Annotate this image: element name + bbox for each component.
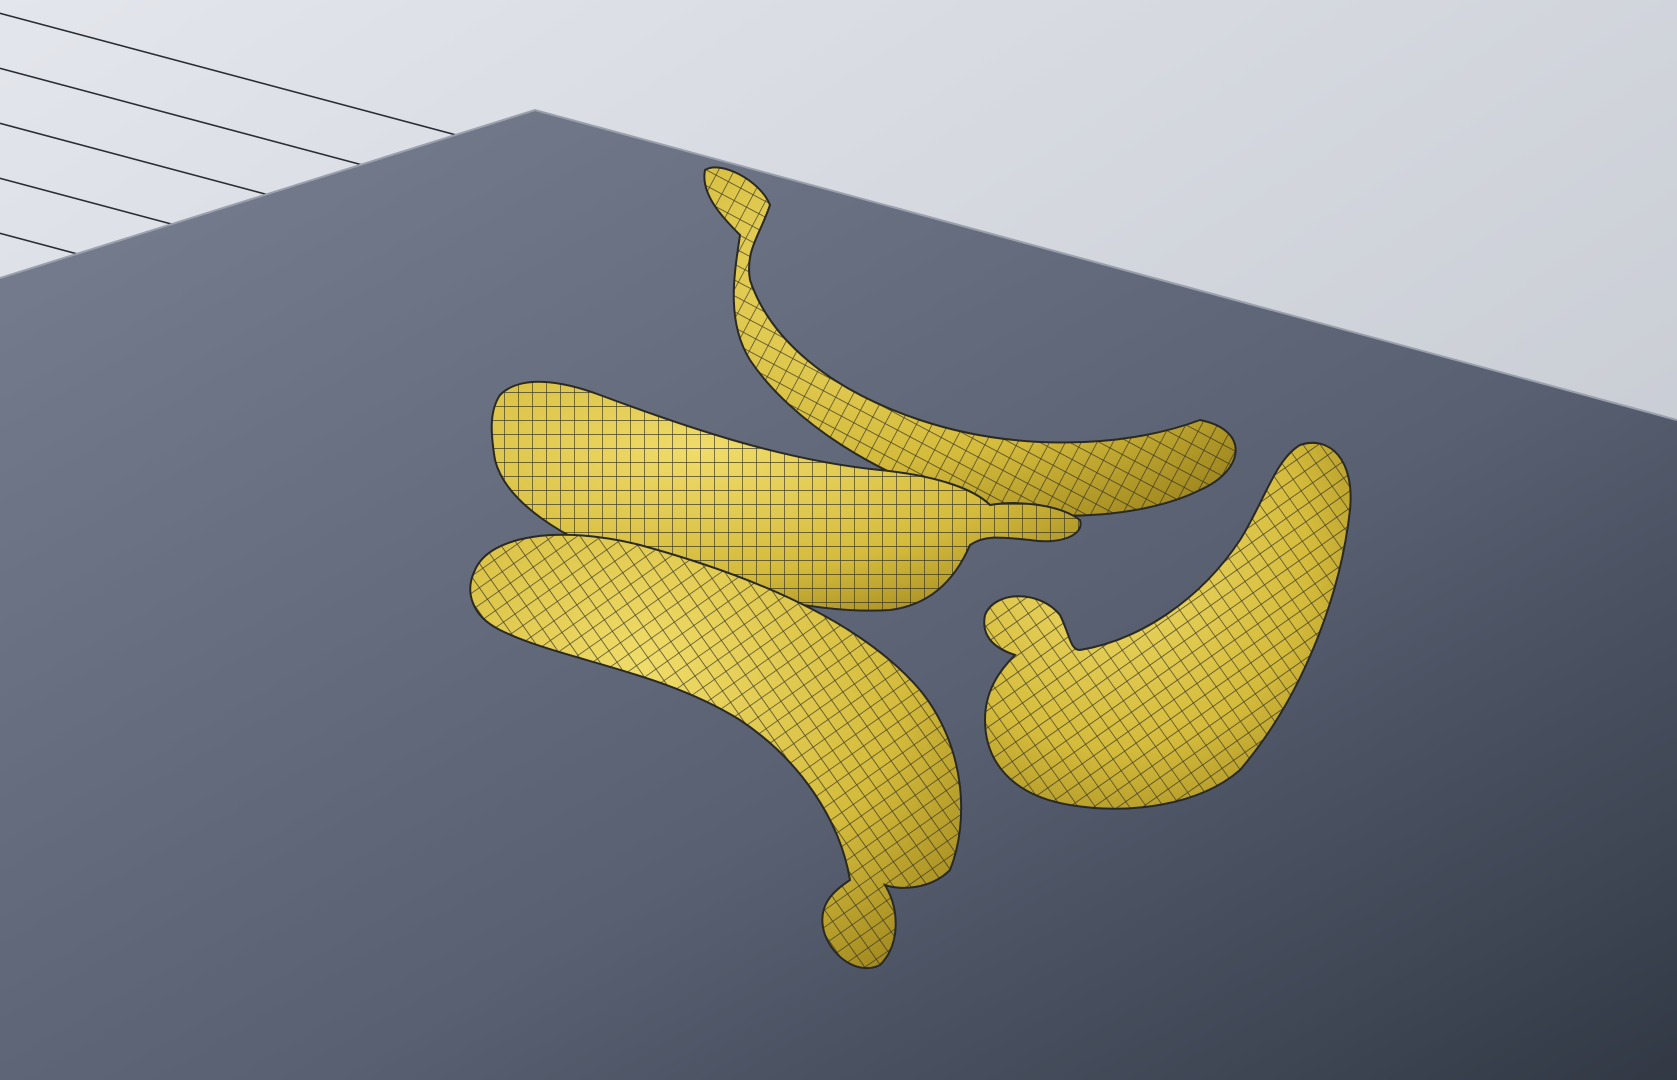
3d-viewport[interactable] (0, 0, 1677, 1080)
scene-canvas[interactable] (0, 0, 1677, 1080)
